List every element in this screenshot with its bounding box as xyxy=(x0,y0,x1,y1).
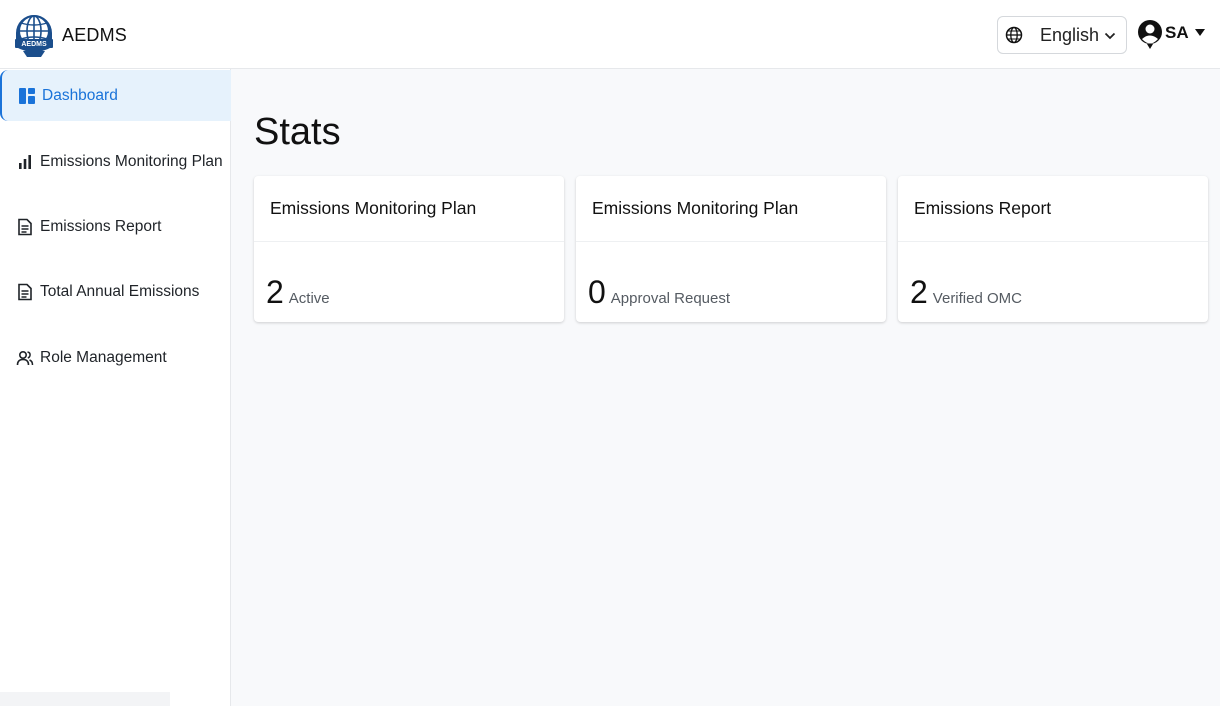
sidebar-item-dashboard[interactable]: Dashboard xyxy=(0,70,231,121)
main-content: Stats Emissions Monitoring Plan 2 Active… xyxy=(231,69,1220,706)
language-select[interactable]: English xyxy=(997,16,1127,54)
sidebar: Dashboard Emissions Monitoring Plan Emis… xyxy=(0,69,231,706)
stat-card-emp-approval[interactable]: Emissions Monitoring Plan 0 Approval Req… xyxy=(576,176,886,322)
card-value: 2 xyxy=(910,274,928,310)
sidebar-item-total-annual-emissions[interactable]: Total Annual Emissions xyxy=(0,266,231,317)
chevron-down-icon xyxy=(1104,32,1116,40)
card-title: Emissions Monitoring Plan xyxy=(254,176,564,242)
card-caption: Verified OMC xyxy=(932,290,1022,307)
status-bar xyxy=(0,692,170,706)
card-title: Emissions Monitoring Plan xyxy=(576,176,886,242)
card-title: Emissions Report xyxy=(898,176,1208,242)
user-circle-icon xyxy=(1138,20,1162,49)
page-title: Stats xyxy=(254,111,341,153)
sidebar-item-label: Emissions Report xyxy=(40,217,162,235)
app-name: AEDMS xyxy=(62,24,128,45)
stat-card-emp-active[interactable]: Emissions Monitoring Plan 2 Active xyxy=(254,176,564,322)
sidebar-item-label: Emissions Monitoring Plan xyxy=(40,152,223,170)
sidebar-item-role-management[interactable]: Role Management xyxy=(0,332,231,383)
sidebar-item-label: Role Management xyxy=(40,348,167,366)
card-caption: Active xyxy=(288,290,330,307)
card-value: 0 xyxy=(588,274,606,310)
sidebar-item-label: Total Annual Emissions xyxy=(40,282,200,300)
users-icon xyxy=(16,350,34,365)
bar-chart-icon xyxy=(19,154,31,169)
dashboard-icon xyxy=(19,87,35,104)
card-body: 2 Verified OMC xyxy=(898,242,1208,311)
sidebar-item-emissions-report[interactable]: Emissions Report xyxy=(0,201,231,252)
sidebar-item-label: Dashboard xyxy=(42,86,118,104)
top-bar: AEDMS AEDMS English SA xyxy=(0,0,1220,69)
aedms-logo: AEDMS xyxy=(15,15,53,57)
card-value: 2 xyxy=(266,274,284,310)
svg-text:AEDMS: AEDMS xyxy=(21,41,47,48)
language-selected-value: English xyxy=(1040,24,1100,45)
card-body: 2 Active xyxy=(254,242,564,311)
stat-card-report-verified[interactable]: Emissions Report 2 Verified OMC xyxy=(898,176,1208,322)
card-body: 0 Approval Request xyxy=(576,242,886,311)
document-icon xyxy=(18,218,32,235)
user-menu[interactable]: SA xyxy=(1137,19,1205,50)
document-icon xyxy=(18,283,32,300)
user-initials: SA xyxy=(1165,23,1189,42)
sidebar-item-emissions-monitoring-plan[interactable]: Emissions Monitoring Plan xyxy=(0,136,231,187)
caret-down-icon xyxy=(1194,29,1205,36)
globe-icon xyxy=(1005,26,1023,44)
brand[interactable]: AEDMS AEDMS xyxy=(13,11,127,59)
card-caption: Approval Request xyxy=(610,290,731,307)
